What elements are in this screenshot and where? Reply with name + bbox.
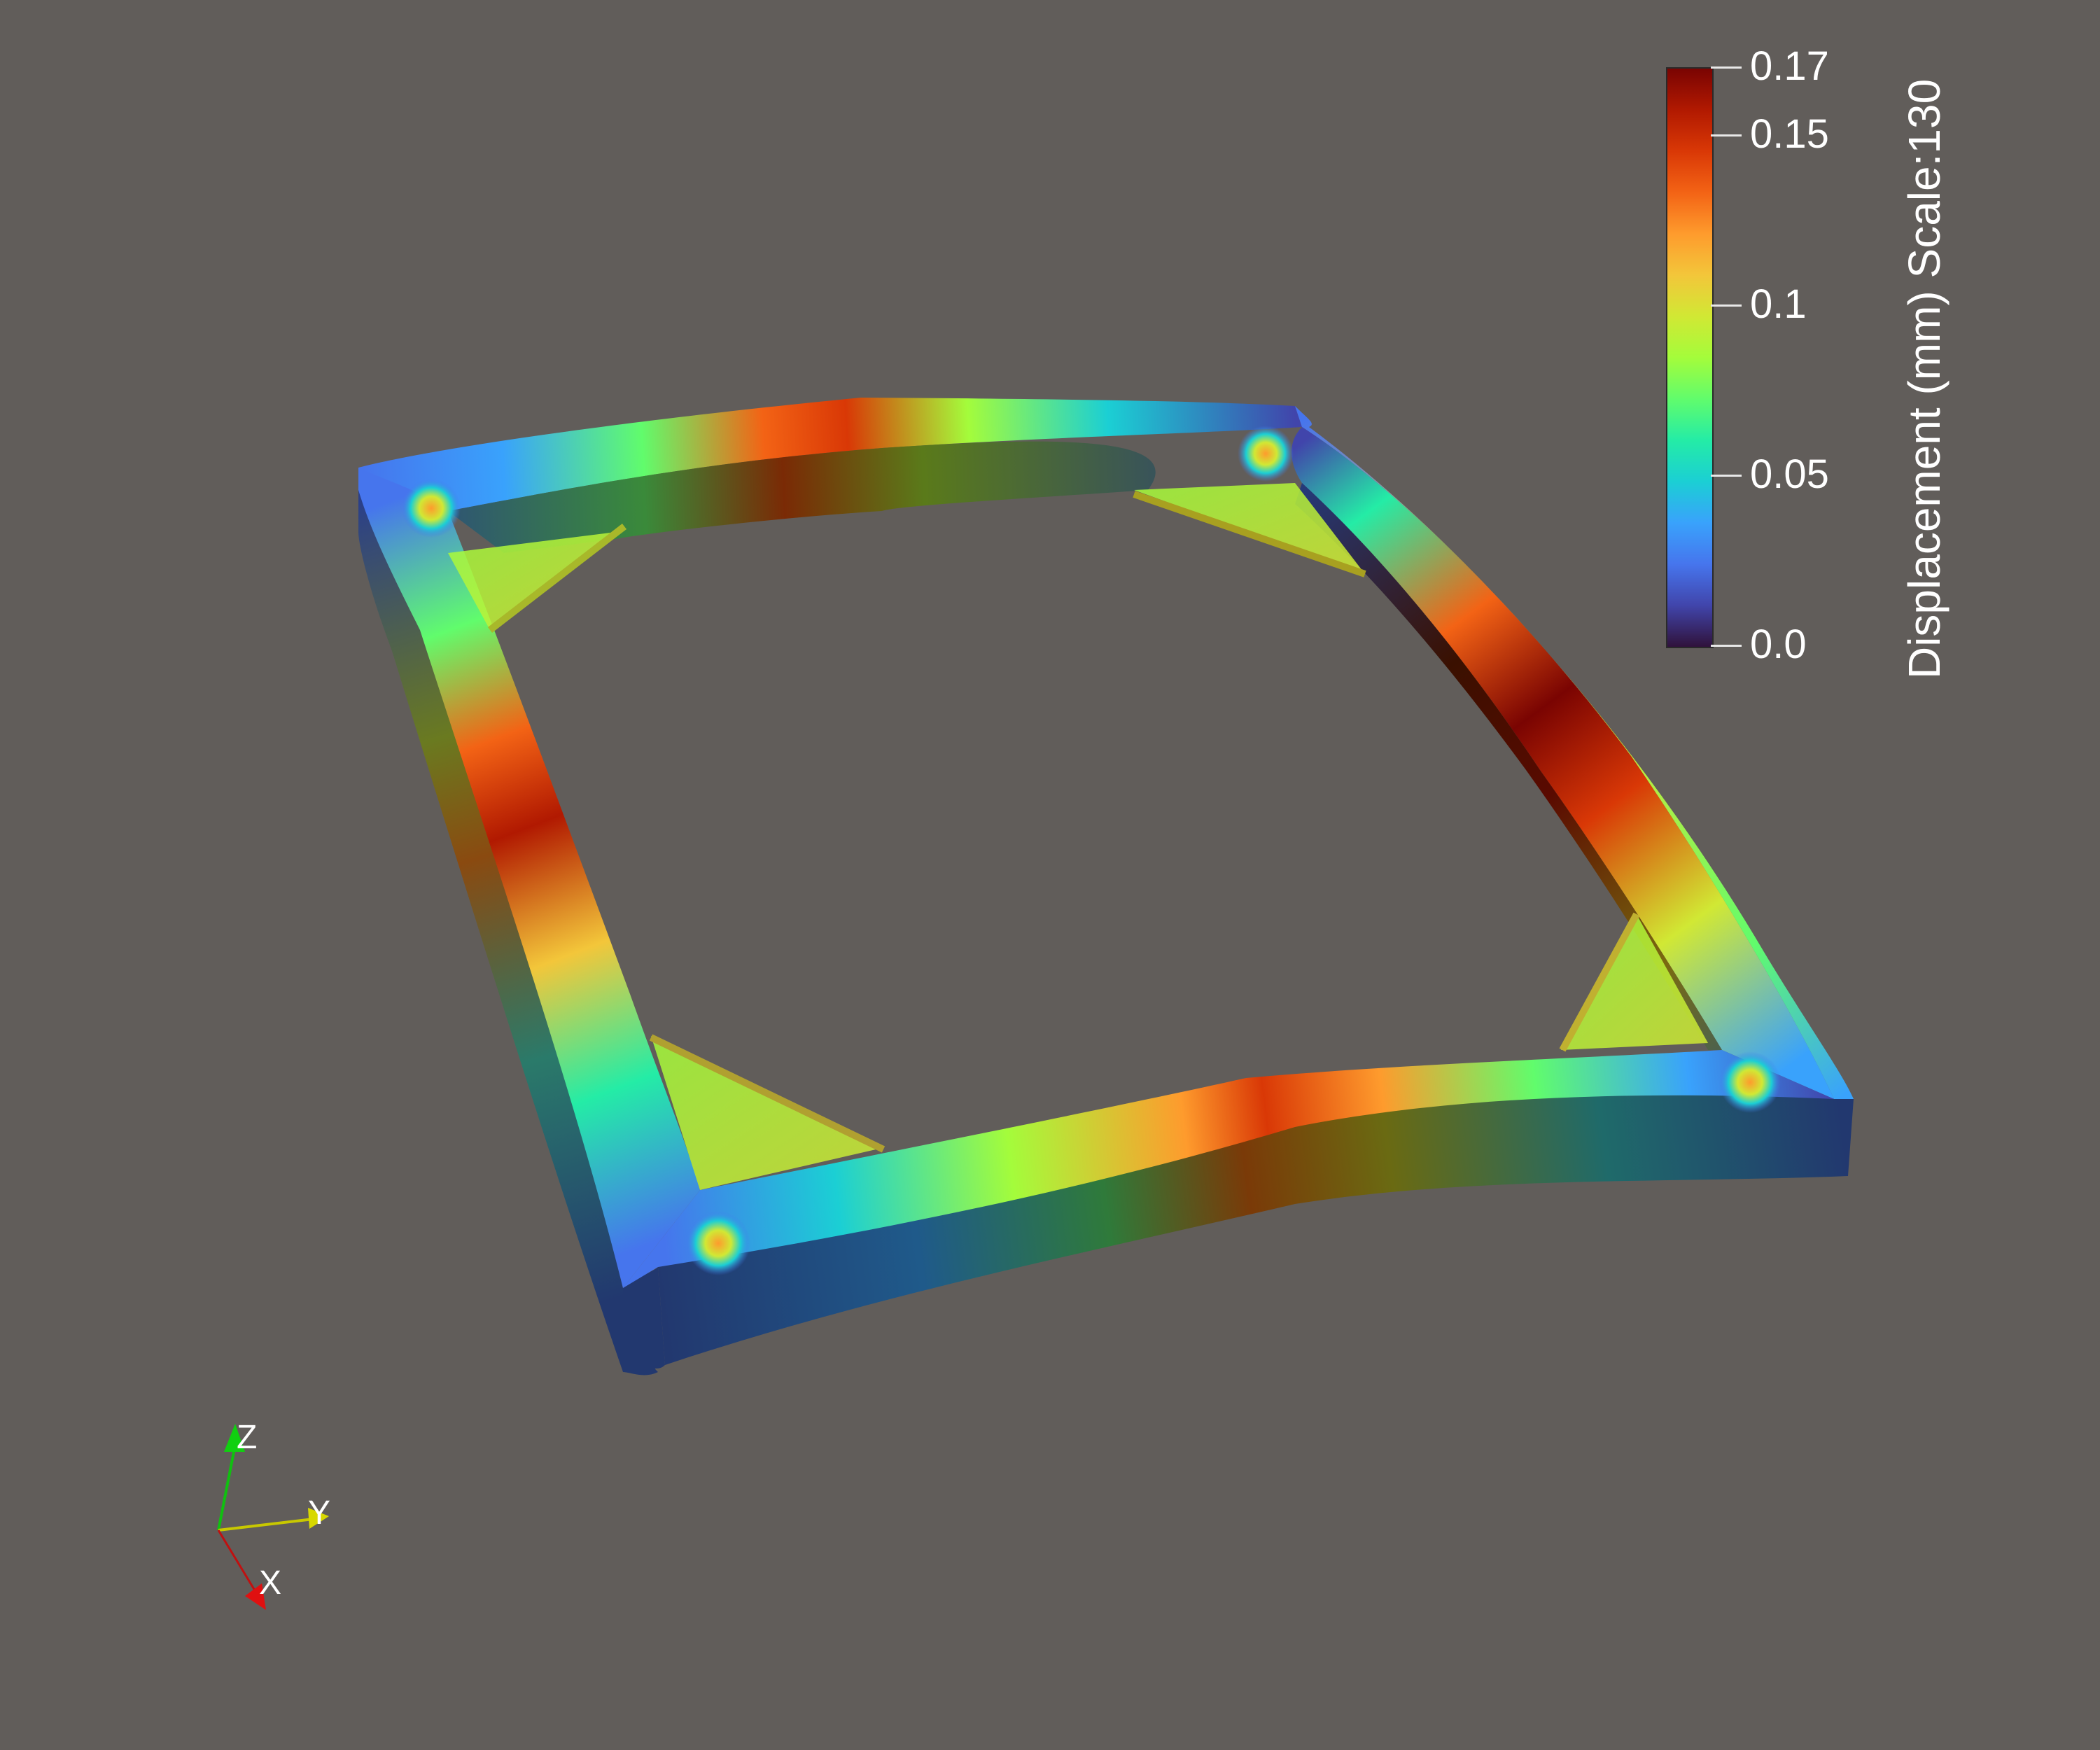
colorbar-gradient [1666,67,1714,648]
axis-z-label: Z [237,1419,258,1456]
mount-hole-bottom-left [686,1211,750,1275]
frame-model[interactable] [0,0,2100,1750]
colorbar-title: Displacement (mm) Scale:130 [1899,78,1949,679]
colorbar-tick-mark [1711,475,1742,477]
right-beam [1292,427,1834,1099]
mount-hole-top-right [1238,426,1294,482]
colorbar-tick-mark [1711,304,1742,307]
colorbar-tick-mark [1711,645,1742,647]
colorbar-tick-label: 0.0 [1750,622,1807,667]
mount-hole-top-left [402,479,461,538]
colorbar-tick-mark [1711,134,1742,137]
axis-x-label: X [259,1564,282,1602]
axis-y-label: Y [308,1494,331,1532]
colorbar-tick-label: 0.05 [1750,451,1829,498]
colorbar-tick-label: 0.15 [1750,111,1829,158]
colorbar-tick-label: 0.1 [1750,281,1807,328]
colorbar-tick-mark [1711,66,1742,69]
render-viewport[interactable]: 0.17 0.15 0.1 0.05 0.0 Displacement (mm) Sca… [0,0,2100,1750]
colorbar-tick-label: 0.17 [1750,43,1829,89]
mount-hole-bottom-right [1719,1051,1781,1113]
